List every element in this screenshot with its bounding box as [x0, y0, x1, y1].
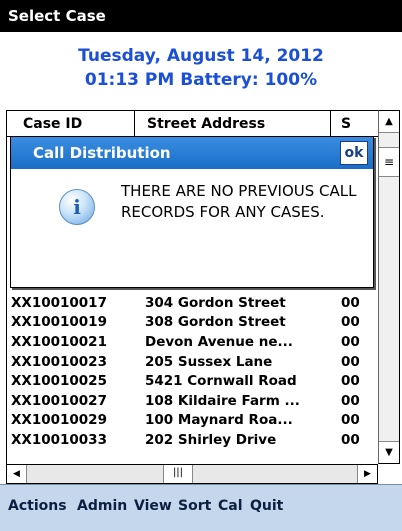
cell-status: 00	[341, 294, 360, 311]
call-distribution-dialog: Call Distribution ok i THERE ARE NO PREV…	[10, 136, 374, 288]
cell-street-address: 308 Gordon Street	[145, 314, 286, 331]
table-row[interactable]: XX10010023 205 Sussex Lane 00	[7, 353, 378, 373]
cell-status: 00	[341, 412, 360, 429]
date-panel: Tuesday, August 14, 2012 01:13 PM Batter…	[0, 32, 402, 110]
date-label: Tuesday, August 14, 2012	[78, 46, 324, 66]
menu-actions[interactable]: Actions	[8, 498, 67, 514]
scroll-left-arrow-icon[interactable]: ◀	[7, 465, 27, 483]
ok-button[interactable]: ok	[340, 141, 368, 165]
column-header-street-address[interactable]: Street Address	[135, 111, 331, 137]
cell-street-address: 304 Gordon Street	[145, 294, 286, 311]
table-row[interactable]: XX10010033 202 Shirley Drive 00	[7, 431, 378, 451]
cell-case-id: XX10010019	[11, 314, 107, 331]
table-row[interactable]: XX10010027 108 Kildaire Farm ... 00	[7, 392, 378, 412]
info-icon: i	[59, 189, 95, 225]
menu-sort[interactable]: Sort	[178, 498, 211, 514]
scroll-up-arrow-icon[interactable]: ▲	[379, 111, 399, 133]
vertical-scroll-thumb[interactable]: ≡	[379, 147, 399, 177]
cell-status: 00	[341, 353, 360, 370]
cell-case-id: XX10010029	[11, 412, 107, 429]
cell-case-id: XX10010023	[11, 353, 107, 370]
cell-status: 00	[341, 431, 360, 448]
scroll-down-arrow-icon[interactable]: ▼	[379, 441, 399, 463]
cell-street-address: 202 Shirley Drive	[145, 431, 277, 448]
horizontal-scroll-thumb[interactable]: |||	[163, 465, 193, 483]
cell-case-id: XX10010021	[11, 333, 107, 350]
table-row[interactable]: XX10010017 304 Gordon Street 00	[7, 294, 378, 314]
scroll-right-arrow-icon[interactable]: ▶	[357, 465, 377, 483]
menu-admin[interactable]: Admin	[77, 498, 127, 514]
table-header: Case ID Street Address S	[7, 111, 378, 137]
table-row[interactable]: XX10010019 308 Gordon Street 00	[7, 313, 378, 333]
table-row[interactable]: XX10010029 100 Maynard Roa... 00	[7, 411, 378, 431]
cell-status: 00	[341, 373, 360, 390]
table-row[interactable]: XX10010021 Devon Avenue ne... 00	[7, 333, 378, 353]
cell-case-id: XX10010033	[11, 431, 107, 448]
cell-case-id: XX10010017	[11, 294, 107, 311]
cell-street-address: 108 Kildaire Farm ...	[145, 392, 300, 409]
dialog-message: THERE ARE NO PREVIOUS CALL RECORDS FOR A…	[121, 182, 357, 221]
column-header-case-id[interactable]: Case ID	[7, 111, 135, 137]
menu-quit[interactable]: Quit	[250, 498, 283, 514]
cell-street-address: Devon Avenue ne...	[145, 333, 293, 350]
cell-status: 00	[341, 314, 360, 331]
menu-view[interactable]: View	[134, 498, 172, 514]
menu-cal[interactable]: Cal	[218, 498, 243, 514]
cell-street-address: 205 Sussex Lane	[145, 353, 273, 370]
cell-status: 00	[341, 333, 360, 350]
window-title: Select Case	[0, 0, 402, 32]
vertical-scrollbar[interactable]: ▲ ≡ ▼	[378, 110, 400, 464]
cell-status: 00	[341, 392, 360, 409]
cell-case-id: XX10010025	[11, 373, 107, 390]
cell-case-id: XX10010027	[11, 392, 107, 409]
dialog-title: Call Distribution	[11, 137, 373, 169]
time-battery-label: 01:13 PM Battery: 100%	[84, 70, 318, 90]
table-row[interactable]: XX10010025 5421 Cornwall Road 00	[7, 372, 378, 392]
menu-bar: Actions Admin View Sort Cal Quit	[0, 484, 402, 531]
horizontal-scrollbar[interactable]: ◀ ||| ▶	[6, 464, 378, 484]
cell-street-address: 5421 Cornwall Road	[145, 373, 297, 390]
column-header-status[interactable]: S	[331, 111, 378, 137]
cell-street-address: 100 Maynard Roa...	[145, 412, 293, 429]
